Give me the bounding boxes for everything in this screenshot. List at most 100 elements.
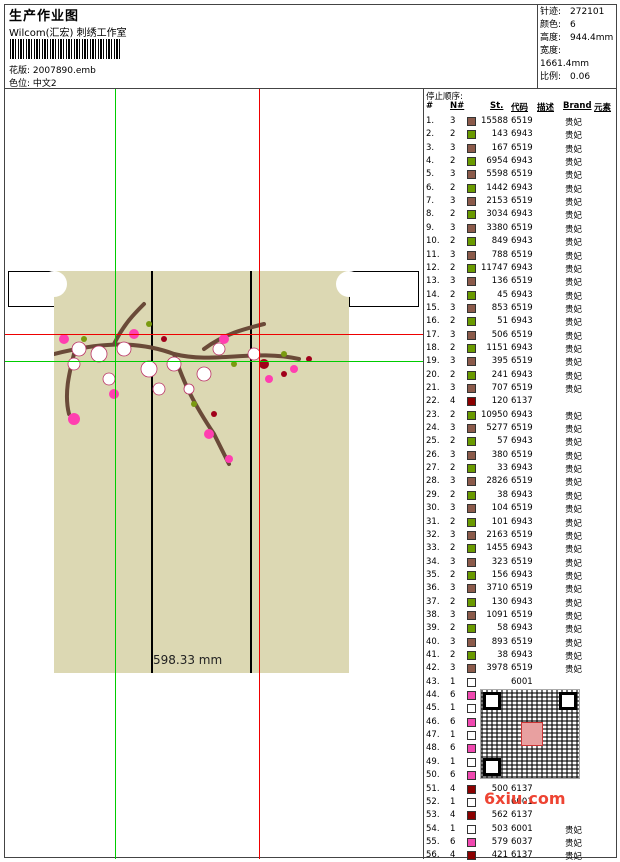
row-needle: 2 [450, 342, 456, 353]
row-brand: 贵妃 [565, 478, 583, 489]
color-swatch [467, 210, 476, 220]
row-code: 6519 [511, 423, 533, 434]
row-brand: 贵妃 [565, 638, 583, 649]
row-index: 48. [426, 743, 440, 754]
table-row: 56. 4 421 6137 贵妃 [424, 849, 618, 862]
row-stitches: 2153 [486, 196, 508, 207]
row-needle: 6 [450, 690, 456, 701]
row-code: 6519 [511, 276, 533, 287]
row-stitches: 853 [491, 302, 508, 313]
color-swatch [467, 664, 476, 674]
row-brand: 贵妃 [565, 251, 583, 262]
table-row: 13. 3 136 6519 贵妃 [424, 275, 618, 288]
row-brand: 贵妃 [565, 438, 583, 449]
production-sheet: 生产作业图 Wilcom(汇宏) 刺绣工作室 花版: 2007890.emb 色… [4, 4, 618, 862]
row-stitches: 503 [491, 823, 508, 834]
row-stitches: 156 [491, 569, 508, 580]
row-needle: 3 [450, 423, 456, 434]
color-swatch [467, 677, 476, 687]
row-needle: 3 [450, 302, 456, 313]
row-code: 6943 [511, 623, 533, 634]
row-needle: 3 [450, 383, 456, 393]
row-brand: 贵妃 [565, 531, 583, 542]
row-index: 27. [426, 463, 440, 474]
table-row: 24. 3 5277 6519 贵妃 [424, 422, 618, 435]
color-swatch [467, 557, 476, 567]
row-needle: 2 [450, 596, 456, 607]
color-swatch [467, 343, 476, 353]
row-brand: 贵妃 [565, 358, 583, 369]
row-index: 51. [426, 783, 440, 794]
row-needle: 3 [450, 609, 456, 620]
row-index: 12. [426, 262, 440, 273]
row-index: 40. [426, 636, 440, 647]
row-index: 26. [426, 449, 440, 460]
row-code: 6943 [511, 650, 533, 660]
row-stitches: 15588 [480, 116, 508, 126]
row-needle: 3 [450, 503, 456, 514]
row-index: 38. [426, 609, 440, 620]
row-needle: 6 [450, 743, 456, 754]
table-row: 1. 3 15588 6519 贵妃 [424, 115, 618, 128]
row-stitches: 45 [497, 289, 508, 300]
color-swatch [467, 570, 476, 580]
row-index: 54. [426, 823, 440, 834]
row-code: 6519 [511, 503, 533, 514]
row-index: 15. [426, 302, 440, 313]
stop-list-header: # N# St. 代码 描述 Brand 元素 [424, 101, 618, 113]
guide-line-red-vertical [259, 89, 260, 859]
row-index: 6. [426, 182, 435, 193]
color-swatch [467, 797, 476, 807]
row-needle: 2 [450, 156, 456, 167]
row-code: 6519 [511, 142, 533, 153]
row-stitches: 1091 [486, 609, 508, 620]
table-row: 36. 3 3710 6519 贵妃 [424, 582, 618, 595]
table-row: 5. 3 5598 6519 贵妃 [424, 168, 618, 181]
row-brand: 贵妃 [565, 211, 583, 222]
row-brand: 贵妃 [565, 198, 583, 209]
row-code: 6519 [511, 476, 533, 487]
row-index: 4. [426, 156, 435, 167]
row-brand: 贵妃 [565, 144, 583, 155]
row-index: 19. [426, 356, 440, 367]
row-stitches: 10950 [480, 409, 508, 420]
row-stitches: 57 [497, 436, 508, 447]
row-index: 13. [426, 276, 440, 287]
table-row: 42. 3 3978 6519 贵妃 [424, 662, 618, 675]
row-brand: 贵妃 [565, 224, 583, 235]
table-row: 22. 4 120 6137 [424, 395, 618, 408]
color-swatch [467, 424, 476, 434]
row-index: 10. [426, 236, 440, 247]
row-stitches: 130 [491, 596, 508, 607]
table-row: 10. 2 849 6943 贵妃 [424, 235, 618, 248]
row-stitches: 3034 [486, 209, 508, 220]
branch-up-1 [112, 302, 146, 346]
table-row: 43. 1 6001 [424, 676, 618, 689]
table-row: 17. 3 506 6519 贵妃 [424, 329, 618, 342]
row-stitches: 51 [497, 316, 508, 327]
row-needle: 2 [450, 569, 456, 580]
row-stitches: 1455 [486, 543, 508, 554]
color-swatch [467, 771, 476, 781]
row-index: 47. [426, 730, 440, 741]
row-brand: 贵妃 [565, 491, 583, 502]
row-needle: 4 [450, 396, 456, 407]
table-row: 19. 3 395 6519 贵妃 [424, 355, 618, 368]
row-code: 6037 [511, 836, 533, 847]
row-needle: 3 [450, 663, 456, 674]
guide-line-green-vertical [115, 89, 116, 859]
row-index: 31. [426, 516, 440, 527]
row-code: 6519 [511, 196, 533, 207]
row-brand: 贵妃 [565, 158, 583, 169]
row-needle: 2 [450, 209, 456, 220]
color-swatch [467, 691, 476, 701]
col-brand: Brand [563, 101, 592, 111]
color-swatch [467, 263, 476, 273]
row-needle: 3 [450, 356, 456, 367]
row-stitches: 893 [491, 636, 508, 647]
row-brand: 贵妃 [565, 611, 583, 622]
row-needle: 3 [450, 276, 456, 287]
row-index: 56. [426, 850, 440, 861]
row-stitches: 58 [497, 623, 508, 634]
row-code: 6519 [511, 609, 533, 620]
